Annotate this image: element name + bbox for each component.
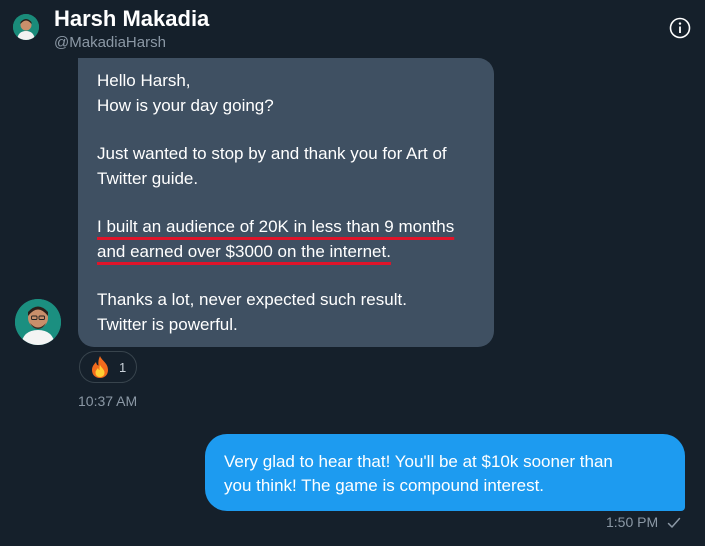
fire-emoji-icon	[88, 355, 112, 379]
reaction-count: 1	[119, 360, 127, 375]
incoming-message-bubble[interactable]: Hello Harsh, How is your day going? Just…	[78, 58, 494, 347]
message-line: Twitter guide.	[97, 168, 199, 188]
message-line: How is your day going?	[97, 95, 274, 115]
incoming-timestamp: 10:37 AM	[78, 393, 138, 409]
sender-avatar[interactable]	[15, 299, 61, 345]
outgoing-message-bubble[interactable]: Very glad to hear that! You'll be at $10…	[205, 434, 685, 511]
conversation-header: Harsh Makadia @MakadiaHarsh	[0, 0, 705, 58]
message-line: Hello Harsh,	[97, 71, 191, 90]
contact-name[interactable]: Harsh Makadia	[54, 6, 209, 32]
message-line: Twitter is powerful.	[97, 314, 238, 334]
read-check-icon	[667, 516, 681, 530]
reaction-badge[interactable]: 1	[79, 351, 137, 383]
outgoing-timestamp: 1:50 PM	[606, 514, 659, 530]
message-line: you think! The game is compound interest…	[224, 476, 545, 495]
contact-handle[interactable]: @MakadiaHarsh	[54, 34, 166, 51]
info-icon[interactable]	[669, 17, 691, 39]
highlighted-message-line: I built an audience of 20K in less than …	[97, 217, 455, 236]
message-line: Just wanted to stop by and thank you for…	[97, 144, 447, 163]
message-line: Thanks a lot, never expected such result…	[97, 290, 407, 309]
message-line: Very glad to hear that! You'll be at $10…	[224, 452, 613, 471]
highlighted-message-line: and earned over $3000 on the internet.	[97, 241, 391, 261]
header-avatar[interactable]	[13, 14, 39, 40]
